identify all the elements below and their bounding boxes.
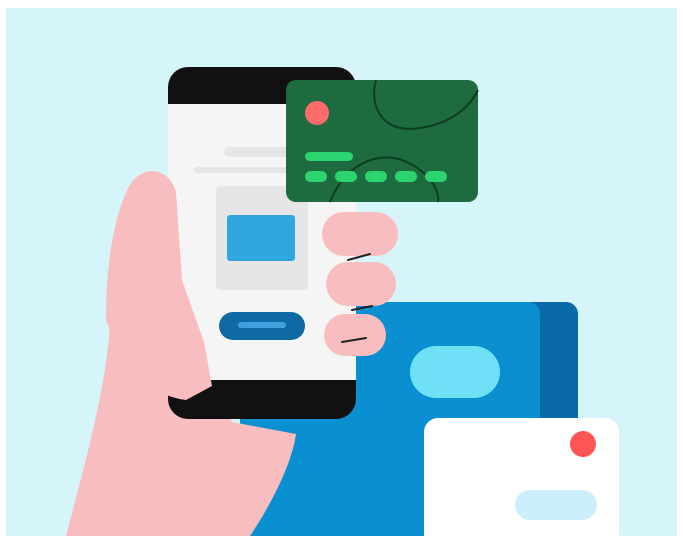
credit-card-chip [305, 101, 329, 125]
screen-card [227, 215, 295, 261]
finger-1 [322, 212, 398, 256]
finger-2 [326, 262, 396, 306]
card-pill [515, 490, 597, 520]
credit-card-digit-5 [425, 171, 447, 182]
screen-line-1 [224, 147, 296, 157]
card-dot [570, 431, 596, 457]
card-icon [424, 418, 619, 536]
credit-card-digit-3 [365, 171, 387, 182]
payment-illustration [0, 0, 683, 536]
wallet-pill [410, 346, 500, 398]
credit-card-digit-2 [335, 171, 357, 182]
credit-card-name-bar [305, 152, 353, 161]
credit-card-body [286, 80, 478, 202]
finger-3 [324, 314, 386, 356]
credit-card-digit-1 [305, 171, 327, 182]
credit-card-digit-4 [395, 171, 417, 182]
screen-button-highlight [238, 322, 286, 328]
credit-card-icon [286, 79, 479, 203]
